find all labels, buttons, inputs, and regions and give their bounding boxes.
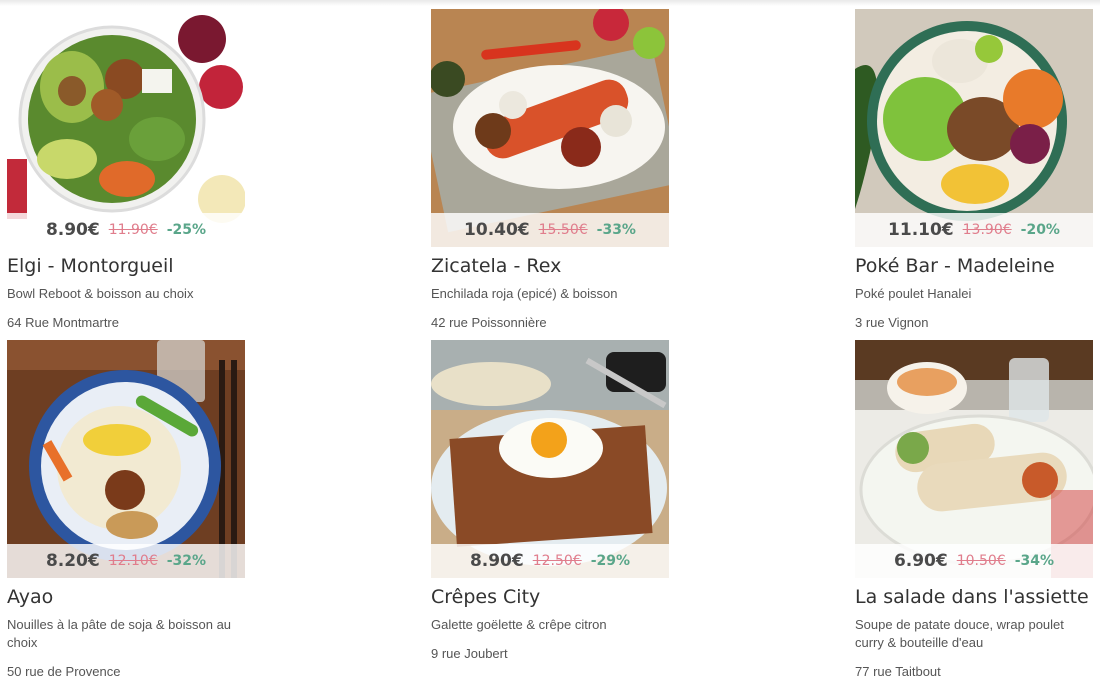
discount-badge: -33% — [596, 222, 636, 238]
original-price: 15.50€ — [538, 222, 588, 238]
discount-badge: -34% — [1014, 553, 1055, 569]
original-price: 12.50€ — [532, 553, 582, 569]
deal-price: 10.40€ — [464, 220, 530, 240]
deal-price: 8.20€ — [45, 551, 100, 571]
price-bar: 10.40€ 15.50€ -33% — [431, 213, 669, 247]
restaurant-address: 3 rue Vignon — [855, 315, 929, 330]
price-bar: 8.90€ 11.90€ -25% — [7, 213, 245, 247]
restaurant-name[interactable]: Crêpes City — [431, 586, 671, 608]
restaurant-name[interactable]: La salade dans l'assiette — [855, 586, 1095, 608]
restaurant-address: 64 Rue Montmartre — [7, 315, 119, 330]
original-price: 10.50€ — [956, 553, 1006, 569]
offer-description: Nouilles à la pâte de soja & boisson au … — [7, 617, 232, 650]
price-bar: 6.90€ 10.50€ -34% — [855, 544, 1093, 578]
deal-price: 8.90€ — [469, 551, 524, 571]
discount-badge: -20% — [1020, 222, 1060, 238]
restaurant-name[interactable]: Ayao — [7, 586, 247, 608]
deal-price: 6.90€ — [893, 551, 948, 571]
restaurant-card[interactable]: 6.90€ 10.50€ -34% La salade dans l'assie… — [855, 340, 1095, 679]
restaurant-card[interactable]: 8.20€ 12.10€ -32% Ayao Nouilles à la pât… — [7, 340, 247, 679]
offer-description: Bowl Reboot & boisson au choix — [7, 286, 194, 301]
price-bar: 8.20€ 12.10€ -32% — [7, 544, 245, 578]
food-photo[interactable]: 6.90€ 10.50€ -34% — [855, 340, 1093, 578]
restaurant-address: 42 rue Poissonnière — [431, 315, 547, 330]
discount-badge: -32% — [166, 553, 207, 569]
offer-description: Galette goëlette & crêpe citron — [431, 617, 607, 632]
restaurant-name[interactable]: Poké Bar - Madeleine — [855, 255, 1095, 277]
discount-badge: -25% — [166, 222, 207, 238]
restaurant-name[interactable]: Zicatela - Rex — [431, 255, 671, 277]
food-photo[interactable]: 8.90€ 11.90€ -25% — [7, 9, 245, 247]
original-price: 12.10€ — [108, 553, 158, 569]
top-shadow — [0, 0, 1100, 6]
price-bar: 11.10€ 13.90€ -20% — [855, 213, 1093, 247]
original-price: 13.90€ — [962, 222, 1012, 238]
food-photo[interactable]: 8.20€ 12.10€ -32% — [7, 340, 245, 578]
offer-description: Poké poulet Hanalei — [855, 286, 972, 301]
restaurant-card[interactable]: 8.90€ 12.50€ -29% Crêpes City Galette go… — [431, 340, 671, 661]
deal-price: 8.90€ — [45, 220, 100, 240]
offer-description: Enchilada roja (epicé) & boisson — [431, 286, 618, 301]
food-photo[interactable]: 10.40€ 15.50€ -33% — [431, 9, 669, 247]
food-photo[interactable]: 11.10€ 13.90€ -20% — [855, 9, 1093, 247]
restaurant-address: 9 rue Joubert — [431, 646, 508, 661]
discount-badge: -29% — [590, 553, 631, 569]
deal-price: 11.10€ — [888, 220, 954, 240]
restaurant-address: 50 rue de Provence — [7, 664, 121, 679]
original-price: 11.90€ — [108, 222, 158, 238]
restaurant-card[interactable]: 8.90€ 11.90€ -25% Elgi - Montorgueil Bow… — [7, 9, 247, 330]
offer-description: Soupe de patate douce, wrap poulet curry… — [855, 617, 1064, 650]
restaurant-card[interactable]: 11.10€ 13.90€ -20% Poké Bar - Madeleine … — [855, 9, 1095, 330]
restaurant-name[interactable]: Elgi - Montorgueil — [7, 255, 247, 277]
restaurant-card[interactable]: 10.40€ 15.50€ -33% Zicatela - Rex Enchil… — [431, 9, 671, 330]
price-bar: 8.90€ 12.50€ -29% — [431, 544, 669, 578]
restaurant-address: 77 rue Taitbout — [855, 664, 941, 679]
food-photo[interactable]: 8.90€ 12.50€ -29% — [431, 340, 669, 578]
